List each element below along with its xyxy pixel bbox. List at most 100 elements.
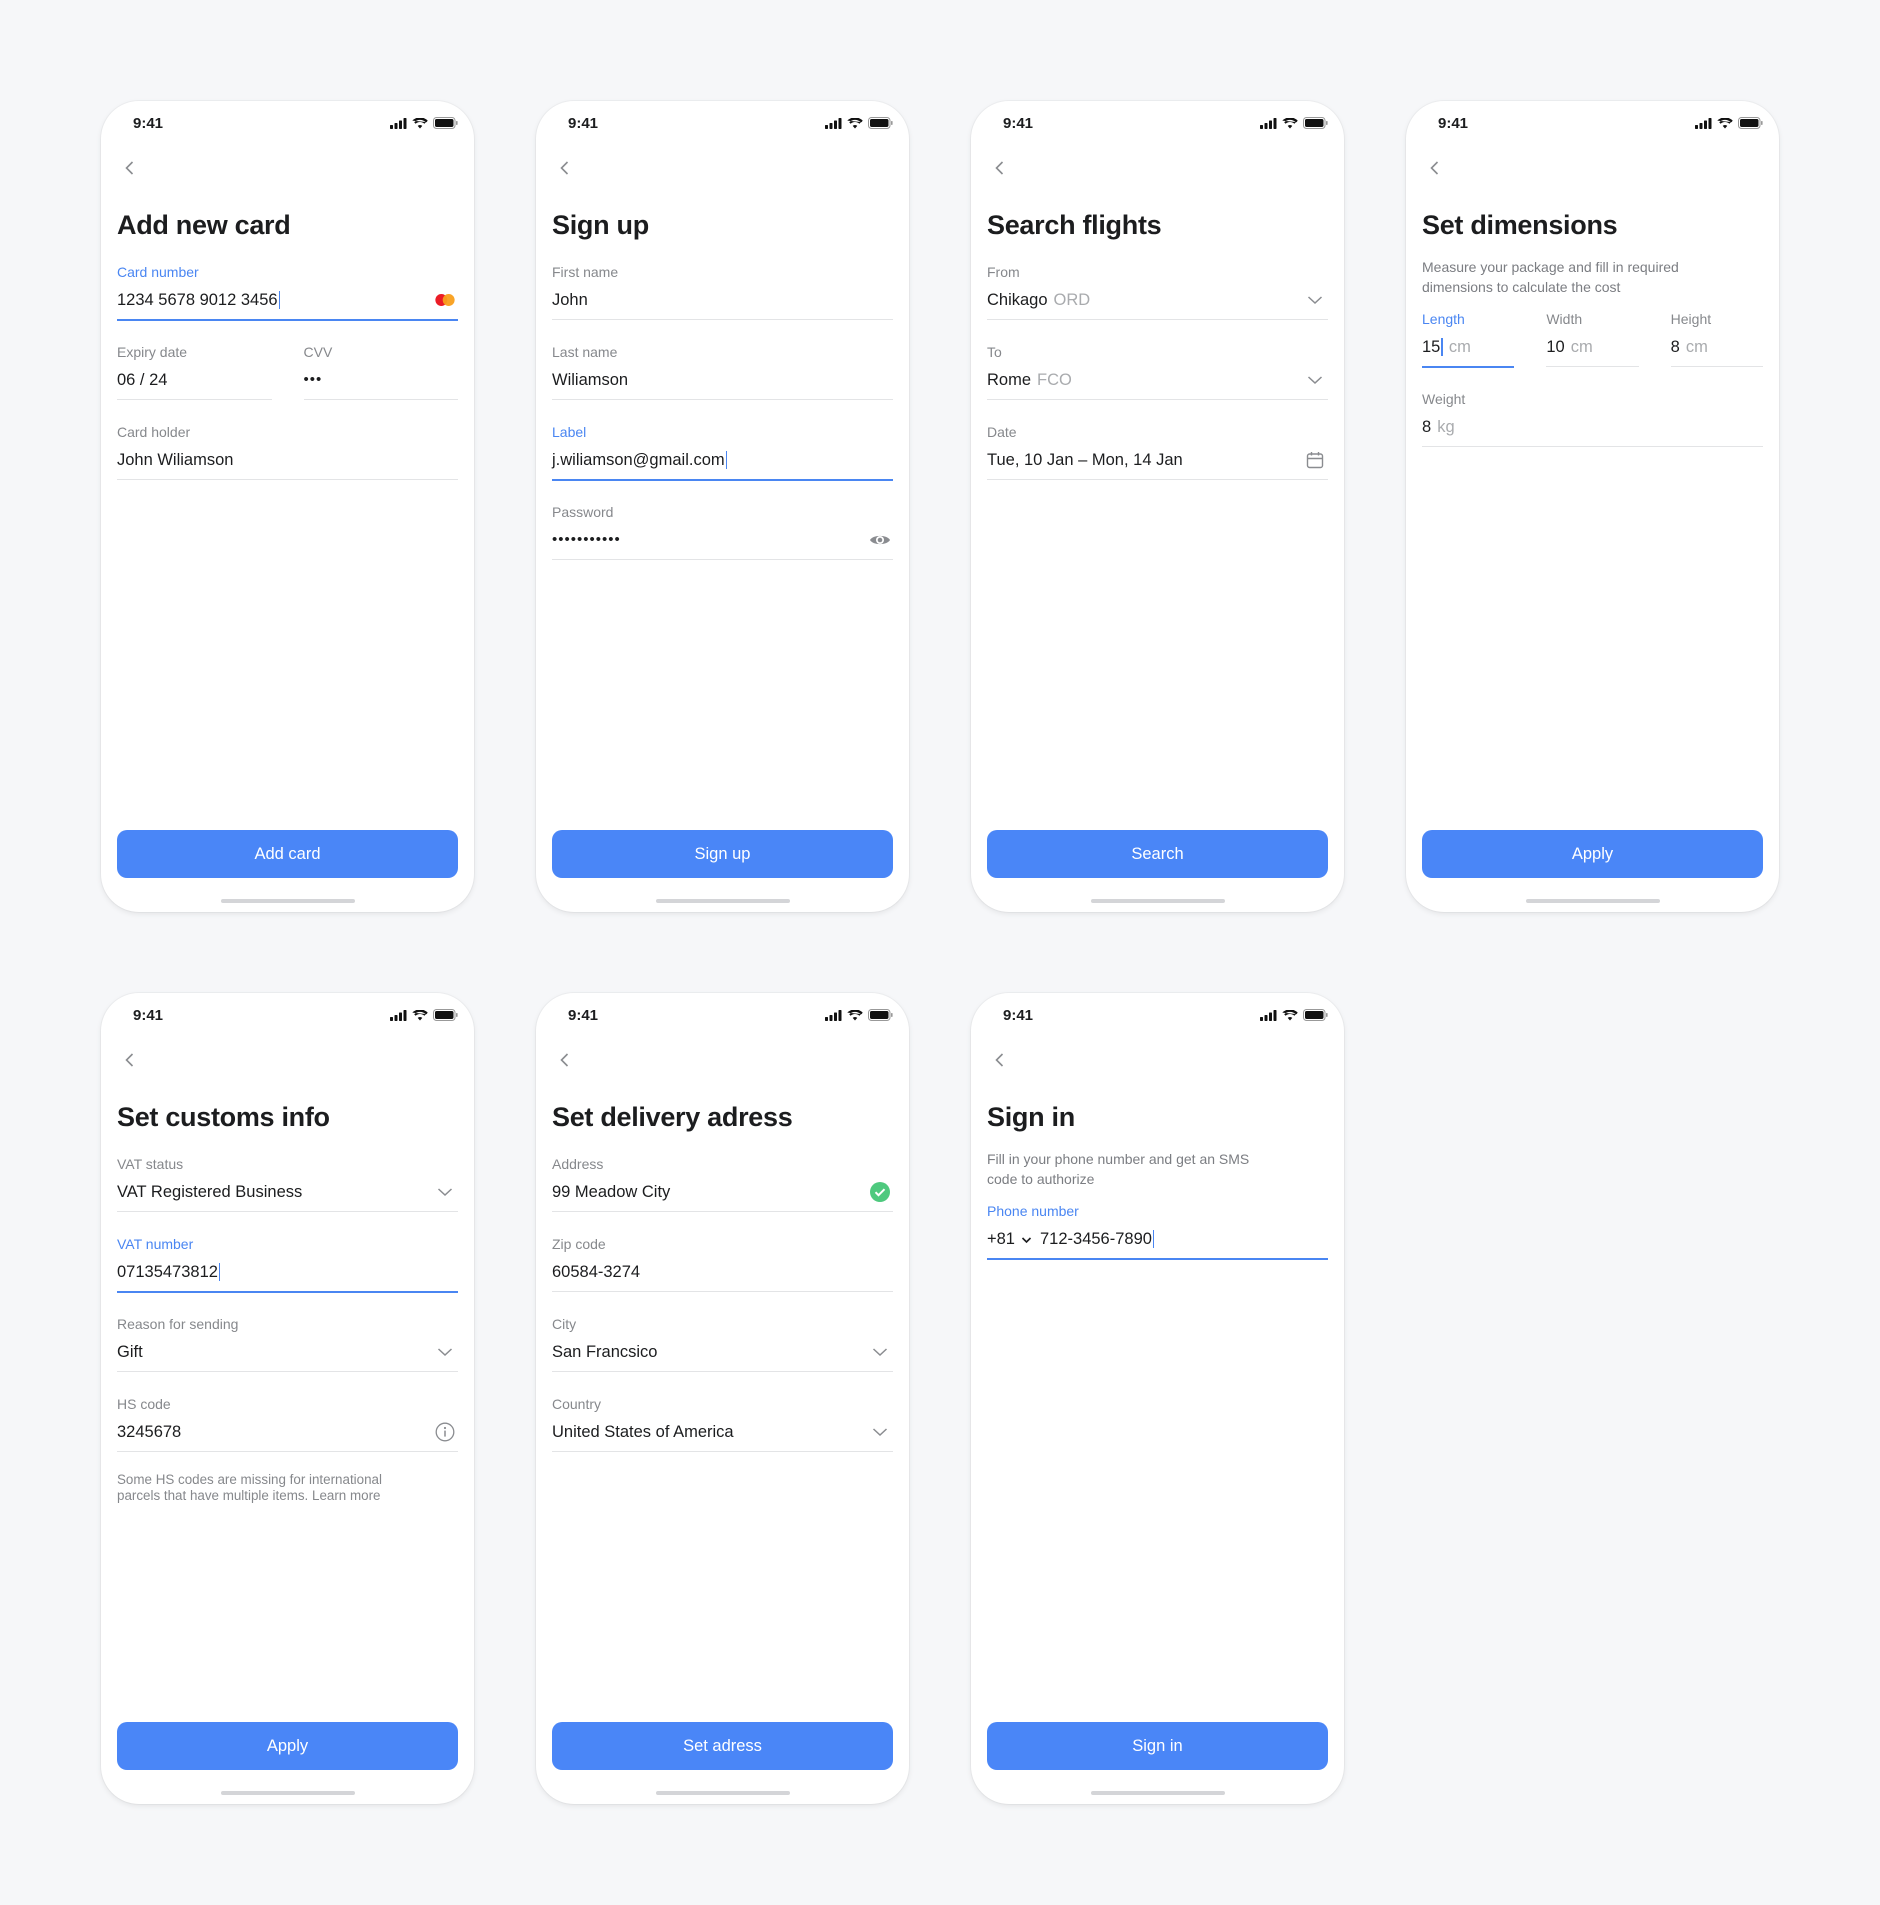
- input-field-country[interactable]: Country United States of America: [552, 1394, 893, 1474]
- field-value[interactable]: 99 Meadow City: [552, 1180, 893, 1204]
- phone-screen-delivery-address: 9:41 Set delivery adress Address 99 Meadow …: [536, 993, 909, 1804]
- status-bar: 9:41: [1406, 111, 1779, 135]
- field-label: Weight: [1422, 391, 1466, 407]
- input-field-phone-number[interactable]: Phone number +81 712-3456-7890: [987, 1201, 1328, 1281]
- back-chevron-icon[interactable]: [554, 1049, 576, 1071]
- primary-button-delivery-address[interactable]: Set adress: [552, 1722, 893, 1770]
- input-field-vat-status[interactable]: VAT status VAT Registered Business: [117, 1154, 458, 1234]
- screen-content: Set dimensions Measure your package and f…: [1422, 206, 1763, 469]
- field-value[interactable]: 10 cm: [1546, 335, 1638, 359]
- field-label: VAT status: [117, 1156, 184, 1172]
- field-underline: [117, 1451, 458, 1452]
- primary-button-search-flights[interactable]: Search: [987, 830, 1328, 878]
- primary-button-sign-up[interactable]: Sign up: [552, 830, 893, 878]
- field-value[interactable]: San Francsico: [552, 1340, 893, 1364]
- input-field-length[interactable]: Length 15 cm: [1422, 309, 1515, 389]
- field-value[interactable]: •••: [304, 368, 459, 392]
- input-field-date[interactable]: Date Tue, 10 Jan – Mon, 14 Jan: [987, 422, 1328, 502]
- back-chevron-icon[interactable]: [989, 1049, 1011, 1071]
- screen-content: Sign in Fill in your phone number and get…: [987, 1098, 1328, 1281]
- primary-button-customs-info[interactable]: Apply: [117, 1722, 458, 1770]
- input-field-from[interactable]: From Chikago ORD: [987, 262, 1328, 342]
- back-chevron-icon[interactable]: [119, 1049, 141, 1071]
- back-chevron-icon[interactable]: [119, 157, 141, 179]
- wifi-icon: [412, 117, 428, 128]
- field-value[interactable]: Chikago ORD: [987, 288, 1328, 312]
- field-value[interactable]: 07135473812: [117, 1260, 458, 1284]
- input-field-vat-number[interactable]: VAT number 07135473812: [117, 1234, 458, 1314]
- status-icons: [390, 117, 458, 129]
- chevron-down-icon[interactable]: [434, 1340, 456, 1364]
- input-field-width[interactable]: Width 10 cm: [1546, 309, 1639, 389]
- input-field-address[interactable]: Address 99 Meadow City: [552, 1154, 893, 1234]
- input-field-to[interactable]: To Rome FCO: [987, 342, 1328, 422]
- input-field-label[interactable]: Label j.wiliamson@gmail.com: [552, 422, 893, 502]
- primary-button-sign-in[interactable]: Sign in: [987, 1722, 1328, 1770]
- field-row: Expiry date 06 / 24 CVV •••: [117, 342, 458, 422]
- field-value[interactable]: Wiliamson: [552, 368, 893, 392]
- field-value[interactable]: 06 / 24: [117, 368, 272, 392]
- country-code-select[interactable]: +81: [987, 1227, 1032, 1251]
- input-field-card-holder[interactable]: Card holder John Wiliamson: [117, 422, 458, 502]
- field-value[interactable]: Gift: [117, 1340, 458, 1364]
- field-value[interactable]: 8 cm: [1671, 335, 1763, 359]
- field-label: Country: [552, 1396, 602, 1412]
- calendar-icon[interactable]: [1304, 448, 1326, 472]
- input-field-last-name[interactable]: Last name Wiliamson: [552, 342, 893, 422]
- field-value[interactable]: Tue, 10 Jan – Mon, 14 Jan: [987, 448, 1328, 472]
- eye-icon[interactable]: [869, 528, 891, 552]
- value-text: 3245678: [117, 1423, 182, 1441]
- chevron-down-icon[interactable]: [434, 1180, 456, 1204]
- status-icons: [390, 1009, 458, 1021]
- input-field-first-name[interactable]: First name John: [552, 262, 893, 342]
- field-label: HS code: [117, 1396, 171, 1412]
- field-label: Date: [987, 424, 1017, 440]
- field-value[interactable]: 60584-3274: [552, 1260, 893, 1284]
- status-icons: [1260, 1009, 1328, 1021]
- field-label: Address: [552, 1156, 604, 1172]
- field-value[interactable]: Rome FCO: [987, 368, 1328, 392]
- field-underline: [1670, 366, 1763, 367]
- field-underline: [987, 319, 1328, 320]
- phone-screen-add-card: 9:41 Add new card Card number 1234 5678 901…: [101, 101, 474, 912]
- input-field-city[interactable]: City San Francsico: [552, 1314, 893, 1394]
- input-field-expiry-date[interactable]: Expiry date 06 / 24: [117, 342, 272, 422]
- input-field-cvv[interactable]: CVV •••: [303, 342, 459, 422]
- back-chevron-icon[interactable]: [989, 157, 1011, 179]
- field-value[interactable]: 1234 5678 9012 3456: [117, 288, 458, 312]
- chevron-down-icon[interactable]: [869, 1420, 891, 1444]
- input-field-weight[interactable]: Weight 8 kg: [1422, 389, 1763, 469]
- back-chevron-icon[interactable]: [1424, 157, 1446, 179]
- input-field-password[interactable]: Password •••••••••••: [552, 502, 893, 582]
- field-value[interactable]: United States of America: [552, 1420, 893, 1444]
- field-value[interactable]: •••••••••••: [552, 528, 893, 552]
- input-field-reason-for-sending[interactable]: Reason for sending Gift: [117, 1314, 458, 1394]
- field-label: Password: [552, 504, 614, 520]
- back-chevron-icon[interactable]: [554, 157, 576, 179]
- field-value[interactable]: j.wiliamson@gmail.com: [552, 448, 893, 472]
- chevron-down-icon[interactable]: [1304, 288, 1326, 312]
- status-time: 9:41: [1003, 1006, 1034, 1024]
- field-value[interactable]: 15 cm: [1422, 335, 1514, 359]
- info-icon[interactable]: [434, 1420, 456, 1444]
- field-underline: [987, 399, 1328, 400]
- field-value[interactable]: 3245678: [117, 1420, 458, 1444]
- primary-button-add-card[interactable]: Add card: [117, 830, 458, 878]
- chevron-down-icon[interactable]: [1304, 368, 1326, 392]
- field-underline: [552, 319, 893, 320]
- value-text: 15: [1422, 338, 1441, 356]
- field-value[interactable]: John: [552, 288, 893, 312]
- input-field-height[interactable]: Height 8 cm: [1670, 309, 1763, 389]
- input-field-hs-code[interactable]: HS code 3245678: [117, 1394, 458, 1474]
- field-value[interactable]: John Wiliamson: [117, 448, 458, 472]
- primary-button-set-dimensions[interactable]: Apply: [1422, 830, 1763, 878]
- field-label: City: [552, 1316, 577, 1332]
- input-field-zip-code[interactable]: Zip code 60584-3274: [552, 1234, 893, 1314]
- form-fields: First name John Last name Wiliamson Label j.w…: [552, 262, 893, 582]
- chevron-down-icon[interactable]: [869, 1340, 891, 1364]
- field-value[interactable]: 8 kg: [1422, 415, 1763, 439]
- input-field-card-number[interactable]: Card number 1234 5678 9012 3456: [117, 262, 458, 342]
- field-underline: [1422, 366, 1515, 368]
- field-value[interactable]: +81 712-3456-7890: [987, 1227, 1328, 1251]
- field-value[interactable]: VAT Registered Business: [117, 1180, 458, 1204]
